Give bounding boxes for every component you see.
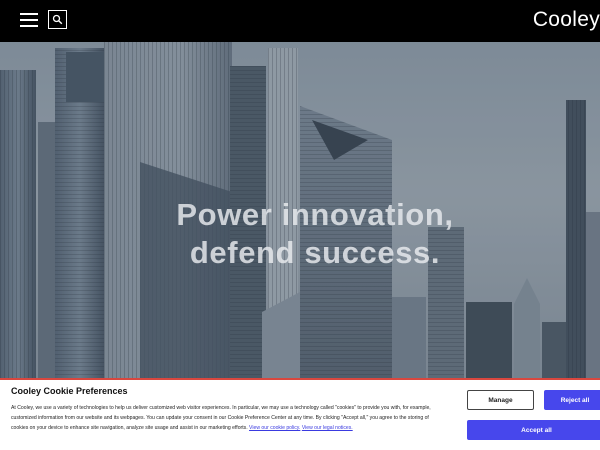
legal-notices-link[interactable]: View our legal notices. <box>302 425 353 431</box>
cookie-banner-title: Cooley Cookie Preferences <box>11 386 128 396</box>
hero-headline-line2: defend success. <box>189 235 441 270</box>
search-icon <box>52 14 63 25</box>
cookie-policy-link[interactable]: View our cookie policy. <box>249 425 300 431</box>
cookie-banner-text: At Cooley, we use a variety of technolog… <box>11 404 436 433</box>
accept-all-button[interactable]: Accept all <box>467 420 600 440</box>
hero-banner: Power innovation, defend success. <box>0 42 600 378</box>
cookie-banner: Cooley Cookie Preferences At Cooley, we … <box>0 378 600 450</box>
hamburger-menu-icon[interactable] <box>20 11 38 29</box>
manage-cookies-button[interactable]: Manage <box>467 390 534 410</box>
cookie-banner-body: At Cooley, we use a variety of technolog… <box>11 405 431 431</box>
search-button[interactable] <box>48 10 67 29</box>
hero-headline: Power innovation, defend success. <box>0 196 600 272</box>
reject-all-button[interactable]: Reject all <box>544 390 600 410</box>
hero-headline-line1: Power innovation, <box>176 197 454 232</box>
brand-logo[interactable]: Cooley <box>533 8 600 32</box>
site-header: Cooley <box>0 0 600 42</box>
